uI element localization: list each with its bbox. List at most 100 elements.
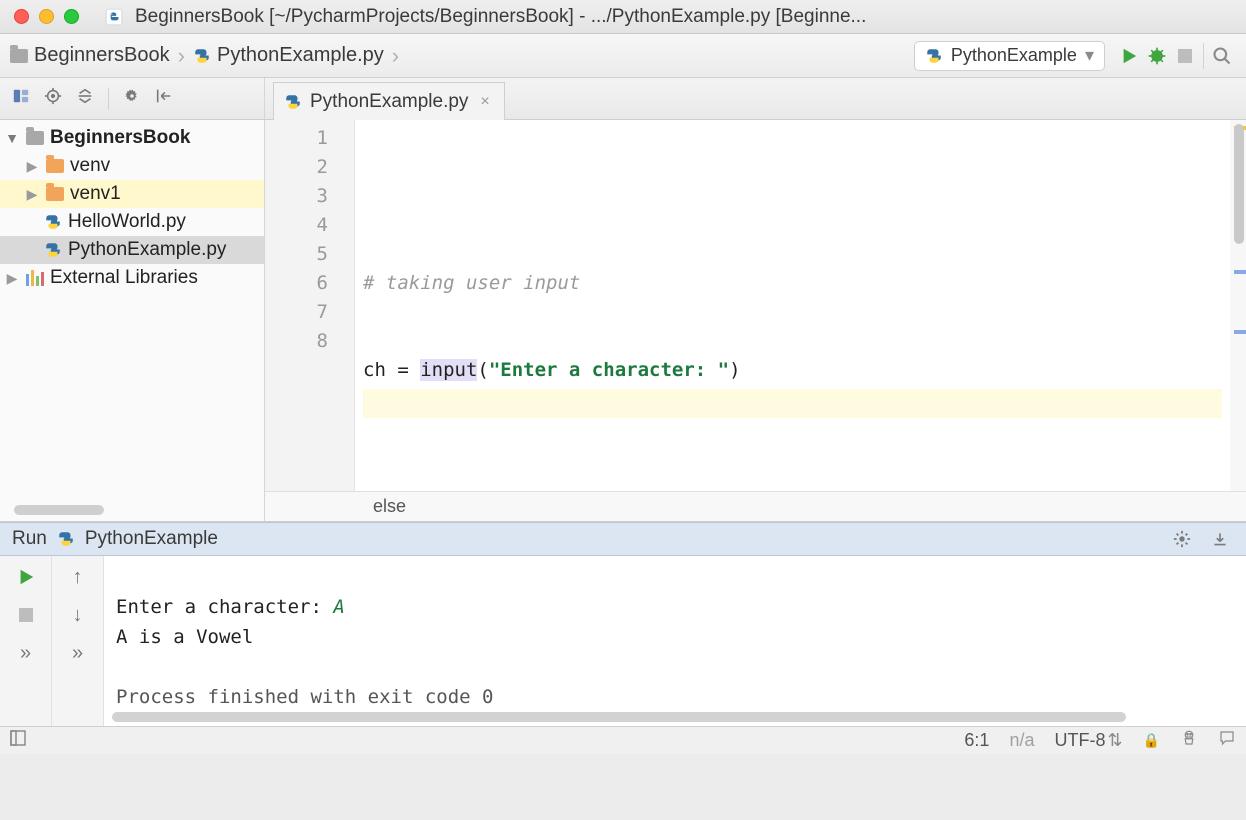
- folder-icon: [26, 131, 44, 145]
- tree-ext-label: External Libraries: [50, 267, 198, 289]
- stop-button[interactable]: [1171, 42, 1199, 70]
- run-config-label: PythonExample: [85, 528, 218, 550]
- tree-root[interactable]: ▼ BeginnersBook: [0, 124, 264, 152]
- status-bar: 6:1 n/a UTF-8⇅ 🔒: [0, 726, 1246, 754]
- code-text: ch =: [363, 359, 420, 381]
- encoding[interactable]: UTF-8⇅: [1054, 730, 1122, 751]
- editor-tabs: PythonExample.py ×: [265, 78, 1246, 119]
- editor-breadcrumb[interactable]: else: [265, 491, 1246, 521]
- run-settings-icon[interactable]: [1168, 525, 1196, 553]
- vertical-scrollbar[interactable]: [1234, 124, 1244, 244]
- chevron-right-icon: ›: [176, 43, 187, 69]
- main-split: ▼ BeginnersBook ▶ venv ▶ venv1 HelloWorl…: [0, 120, 1246, 522]
- settings-icon[interactable]: [123, 87, 141, 110]
- marker-bar[interactable]: [1230, 120, 1246, 491]
- maximize-window-button[interactable]: [64, 9, 79, 24]
- info-marker[interactable]: [1234, 270, 1246, 274]
- code-area[interactable]: # taking user input ch = input("Enter a …: [355, 120, 1230, 491]
- locate-icon[interactable]: [44, 87, 62, 110]
- close-tab-icon[interactable]: ×: [476, 93, 489, 111]
- tree-hello[interactable]: HelloWorld.py: [0, 208, 264, 236]
- sub-toolbar: PythonExample.py ×: [0, 78, 1246, 120]
- expand-icon[interactable]: ▶: [24, 186, 40, 203]
- down-button[interactable]: ↓: [65, 602, 91, 628]
- tool-window-icon[interactable]: [10, 730, 26, 751]
- expand-icon[interactable]: ▶: [24, 158, 40, 175]
- chevron-right-icon: ›: [390, 43, 401, 69]
- more-button[interactable]: »: [65, 640, 91, 666]
- line-number: 2: [265, 153, 328, 182]
- tab-label: PythonExample.py: [310, 91, 468, 113]
- minimize-window-button[interactable]: [39, 9, 54, 24]
- python-file-icon: [57, 530, 75, 548]
- project-sidebar: ▼ BeginnersBook ▶ venv ▶ venv1 HelloWorl…: [0, 120, 265, 521]
- nav-toolbar: BeginnersBook › PythonExample.py › Pytho…: [0, 34, 1246, 78]
- console-scrollbar[interactable]: [112, 712, 1126, 722]
- line-number: 3: [265, 182, 328, 211]
- line-number: 4: [265, 211, 328, 240]
- collapse-all-icon[interactable]: [76, 87, 94, 110]
- editor-body[interactable]: 1 2 3 4 5 6 7 8 # taking user input ch =…: [265, 120, 1246, 491]
- run-panel: » ↑ ↓ » Enter a character: A A is a Vowe…: [0, 556, 1246, 726]
- console-user-input: A: [333, 596, 344, 618]
- sidebar-scrollbar[interactable]: [14, 505, 104, 515]
- run-controls-column: »: [0, 556, 52, 726]
- project-view-icon[interactable]: [12, 87, 30, 110]
- inspector-icon[interactable]: [1180, 729, 1198, 752]
- line-number: 8: [265, 327, 328, 356]
- breadcrumb-file[interactable]: PythonExample.py: [193, 44, 384, 67]
- code-text: ): [729, 359, 740, 381]
- run-config-selector[interactable]: PythonExample ▾: [914, 41, 1105, 71]
- tree-hello-label: HelloWorld.py: [68, 211, 186, 233]
- close-window-button[interactable]: [14, 9, 29, 24]
- python-file-icon: [44, 213, 62, 231]
- caret-position[interactable]: 6:1: [964, 730, 989, 751]
- gutter: 1 2 3 4 5 6 7 8: [265, 120, 355, 491]
- project-tree: ▼ BeginnersBook ▶ venv ▶ venv1 HelloWorl…: [0, 120, 264, 292]
- run-label: Run: [12, 528, 47, 550]
- more-button[interactable]: »: [13, 640, 39, 666]
- line-number: 5: [265, 240, 328, 269]
- folder-icon: [10, 49, 28, 63]
- lock-icon[interactable]: 🔒: [1143, 732, 1160, 749]
- breadcrumb-root[interactable]: BeginnersBook: [10, 44, 170, 67]
- line-sep[interactable]: n/a: [1009, 730, 1034, 751]
- separator: [1203, 43, 1204, 69]
- updown-icon: ⇅: [1105, 730, 1122, 750]
- tab-python-example[interactable]: PythonExample.py ×: [273, 82, 505, 120]
- python-file-icon: [925, 47, 943, 65]
- tree-ext-libs[interactable]: ▶ External Libraries: [0, 264, 264, 292]
- folder-icon: [46, 187, 64, 201]
- tree-venv1[interactable]: ▶ venv1: [0, 180, 264, 208]
- expand-icon[interactable]: ▼: [4, 130, 20, 146]
- up-button[interactable]: ↑: [65, 564, 91, 590]
- line-number: 6: [265, 269, 328, 298]
- code-text: (: [477, 359, 488, 381]
- rerun-button[interactable]: [13, 564, 39, 590]
- console-prompt: Enter a character:: [116, 596, 333, 618]
- breadcrumb-root-label: BeginnersBook: [34, 44, 170, 67]
- folder-icon: [46, 159, 64, 173]
- run-panel-header[interactable]: Run PythonExample: [0, 522, 1246, 556]
- console-output[interactable]: Enter a character: A A is a Vowel Proces…: [104, 556, 1246, 726]
- window-title: BeginnersBook [~/PycharmProjects/Beginne…: [135, 6, 866, 28]
- stop-button[interactable]: [13, 602, 39, 628]
- python-file-icon: [193, 47, 211, 65]
- tree-root-label: BeginnersBook: [50, 127, 190, 149]
- tree-venv-label: venv: [70, 155, 110, 177]
- tree-venv[interactable]: ▶ venv: [0, 152, 264, 180]
- notifications-icon[interactable]: [1218, 729, 1236, 752]
- debug-button[interactable]: [1143, 42, 1171, 70]
- titlebar: BeginnersBook [~/PycharmProjects/Beginne…: [0, 0, 1246, 34]
- project-tool-buttons: [0, 78, 265, 119]
- search-button[interactable]: [1208, 42, 1236, 70]
- console-exit-line: Process finished with exit code 0: [116, 686, 494, 708]
- run-button[interactable]: [1115, 42, 1143, 70]
- export-icon[interactable]: [1206, 525, 1234, 553]
- chevron-down-icon: ▾: [1085, 45, 1094, 66]
- expand-icon[interactable]: ▶: [4, 270, 20, 287]
- hide-icon[interactable]: [155, 87, 173, 110]
- info-marker[interactable]: [1234, 330, 1246, 334]
- console-line: A is a Vowel: [116, 626, 253, 648]
- tree-pyexample[interactable]: PythonExample.py: [0, 236, 264, 264]
